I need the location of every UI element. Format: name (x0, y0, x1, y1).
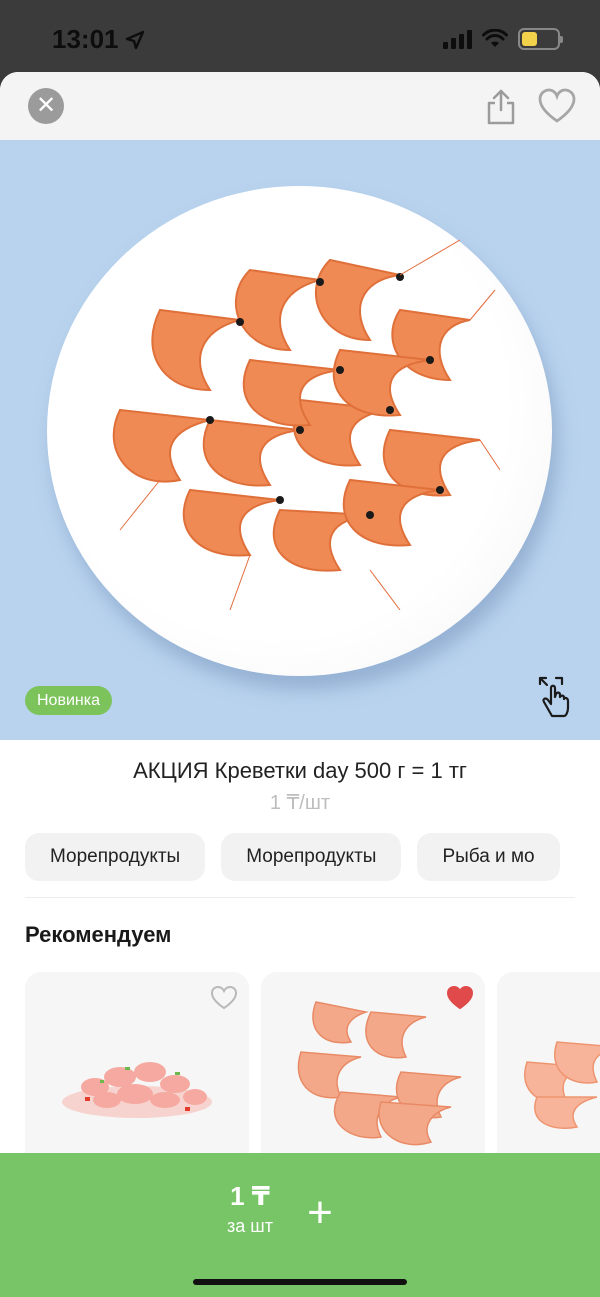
status-time: 13:01 (52, 24, 145, 55)
wifi-icon (482, 29, 508, 47)
share-icon[interactable] (484, 88, 518, 126)
category-chip[interactable]: Морепродукты (221, 833, 402, 881)
product-price-unit: 1 ₸/шт (269, 792, 331, 814)
product-sheet: ✕ Новинка АКЦИЯ Креветки day 500 г = 1 т… (0, 72, 600, 1297)
category-chips: Морепродукты Морепродукты Рыба и мо (0, 833, 575, 881)
home-indicator[interactable] (193, 1279, 407, 1285)
close-button[interactable]: ✕ (28, 88, 64, 124)
location-arrow-icon (125, 30, 144, 49)
category-chip[interactable]: Морепродукты (25, 833, 206, 881)
bottom-price-unit: за шт (227, 1216, 273, 1236)
tap-gesture-icon[interactable] (536, 676, 578, 718)
product-image[interactable]: Новинка (0, 140, 600, 740)
close-icon: ✕ (35, 92, 57, 119)
shrimp-image (297, 1001, 462, 1146)
status-time-text: 13:01 (52, 24, 119, 54)
new-badge: Новинка (25, 686, 112, 715)
battery-icon (518, 28, 563, 50)
recommend-card[interactable] (261, 972, 485, 1172)
recommend-card[interactable] (497, 972, 600, 1172)
recommend-list (0, 972, 600, 1172)
status-bar: 13:01 (0, 0, 600, 72)
category-chip[interactable]: Рыба и мо (417, 833, 560, 881)
shrimp-illustration (112, 239, 500, 610)
heart-icon[interactable] (538, 88, 576, 124)
divider (25, 897, 575, 898)
signal-icon (443, 29, 472, 49)
recommend-title: Рекомендуем (25, 922, 172, 947)
add-to-cart-bar[interactable]: 1 ₸ за шт + (0, 1153, 600, 1297)
bottom-price-amount: 1 ₸ (230, 1181, 270, 1211)
product-title: АКЦИЯ Креветки day 500 г = 1 тг (133, 758, 467, 783)
plus-icon: + (307, 1188, 333, 1237)
bottom-price: 1 ₸ за шт (225, 1181, 275, 1237)
shrimp-image (524, 1041, 600, 1129)
add-button[interactable]: + (300, 1191, 340, 1235)
shrimp-salad-image (62, 1062, 212, 1118)
sheet-header: ✕ (0, 72, 600, 140)
status-indicators (443, 28, 563, 50)
recommend-card[interactable] (25, 972, 249, 1172)
